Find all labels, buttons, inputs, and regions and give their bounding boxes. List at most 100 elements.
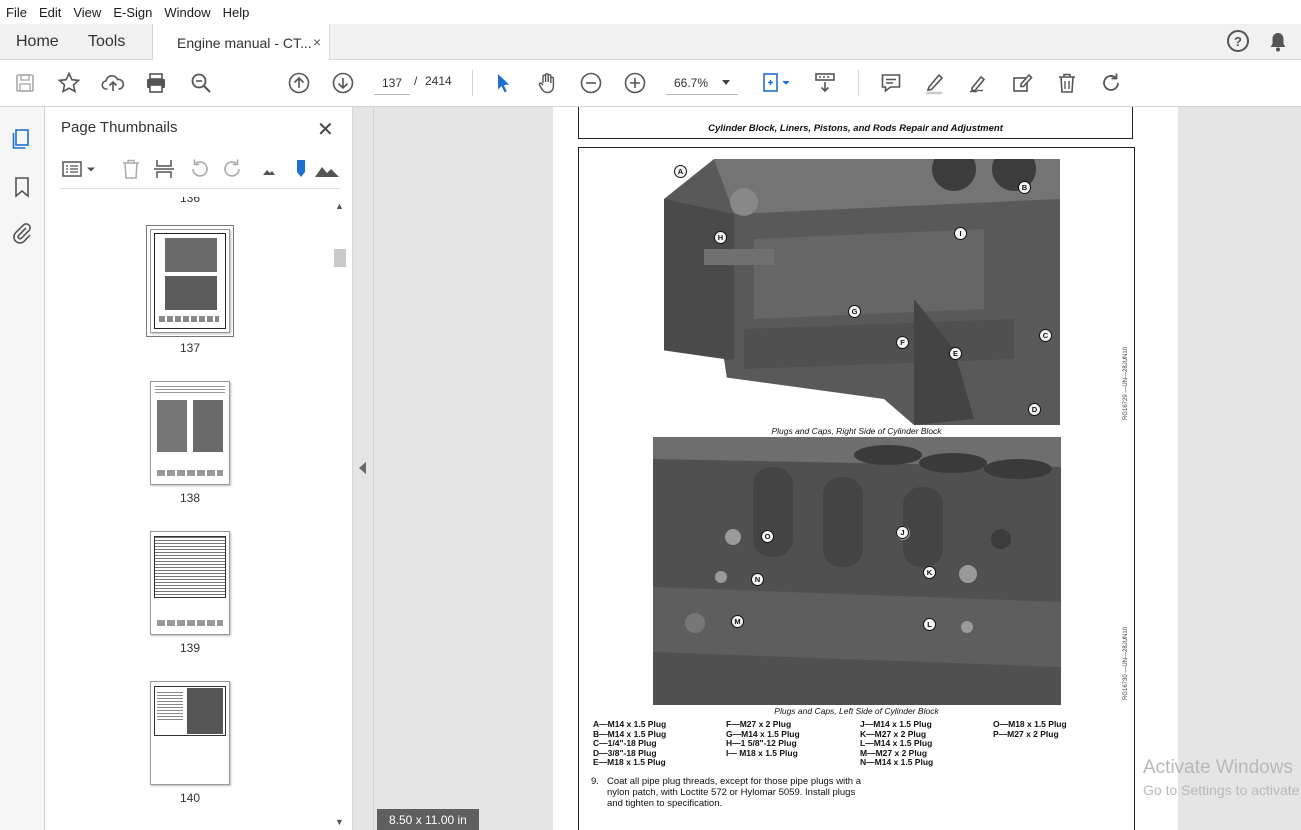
zoom-level-select[interactable]: 66.7% — [666, 71, 738, 95]
chevron-down-icon — [722, 80, 730, 85]
rotate-right-icon[interactable] — [221, 157, 245, 181]
pdf-page: Cylinder Block, Liners, Pistons, and Rod… — [553, 107, 1178, 830]
legend-item: N—M14 x 1.5 Plug — [860, 757, 934, 768]
previous-page-icon[interactable] — [286, 70, 312, 96]
main-toolbar: 137 / 2414 66.7% — [0, 60, 1301, 107]
panel-divider — [373, 107, 374, 830]
extract-pages-icon[interactable] — [152, 157, 176, 181]
bookmarks-icon[interactable] — [10, 175, 34, 199]
menu-file[interactable]: File — [6, 5, 27, 20]
thumbnail-page-137[interactable] — [146, 225, 234, 337]
activation-watermark-title: Activate Windows — [1143, 757, 1293, 778]
thumbnail-page-138[interactable] — [150, 381, 230, 485]
legend-column-4: O—M18 x 1.5 Plug P—M27 x 2 Plug — [993, 719, 1067, 739]
callout-h: H — [714, 231, 727, 244]
figure2-caption: Plugs and Caps, Left Side of Cylinder Bl… — [774, 706, 939, 716]
thumbnail-size-slider-icon[interactable] — [289, 157, 313, 181]
step-text: Coat all pipe plug threads, except for t… — [607, 776, 862, 809]
legend-item: P—M27 x 2 Plug — [993, 728, 1059, 739]
scrollbar-thumb[interactable] — [334, 249, 346, 267]
thumbnail-label: 137 — [179, 341, 201, 355]
next-page-icon[interactable] — [330, 70, 356, 96]
help-icon[interactable]: ? — [1227, 30, 1249, 52]
callout-d: D — [1028, 403, 1041, 416]
tabs-bar: Home Tools Engine manual - CT... × ? — [0, 24, 1301, 61]
delete-trash-icon[interactable] — [1054, 70, 1080, 96]
thumbnail-scrollbar[interactable]: ▲ ▼ — [332, 199, 346, 829]
legend-column-2: F—M27 x 2 Plug G—M14 x 1.5 Plug H—1 5/8"… — [726, 719, 800, 758]
page-total: 2414 — [425, 74, 452, 88]
save-icon[interactable] — [12, 70, 38, 96]
large-thumbnail-icon[interactable] — [313, 157, 341, 181]
fit-page-icon[interactable] — [758, 70, 792, 96]
thumbnail-partial-label: 136 — [179, 197, 201, 205]
tab-document-title: Engine manual - CT... — [177, 34, 312, 51]
zoom-level-value: 66.7% — [674, 75, 709, 90]
callout-o: O — [761, 530, 774, 543]
thumbnail-text-lines — [157, 470, 223, 476]
legend-item: E—M18 x 1.5 Plug — [593, 757, 666, 768]
tab-close-icon[interactable]: × — [313, 34, 321, 50]
small-thumbnail-icon[interactable] — [257, 157, 281, 181]
comment-icon[interactable] — [878, 70, 904, 96]
thumbnail-text-lines — [157, 620, 223, 626]
scroll-up-icon[interactable]: ▲ — [335, 201, 344, 211]
callout-e: E — [949, 347, 962, 360]
callout-j: J — [896, 526, 909, 539]
thumbnail-label: 140 — [179, 791, 201, 805]
figure-right-side-image: A B H I G F C E D — [654, 159, 1060, 425]
callout-a: A — [674, 165, 687, 178]
left-navigation-rail — [0, 107, 45, 830]
legend-item: I— M18 x 1.5 Plug — [726, 747, 798, 758]
edit-stamp-icon[interactable] — [1010, 70, 1036, 96]
callout-m: M — [731, 615, 744, 628]
redo-rotate-icon[interactable] — [1098, 70, 1124, 96]
menu-esign[interactable]: E-Sign — [113, 5, 152, 20]
scroll-down-icon[interactable]: ▼ — [335, 817, 344, 827]
page-thumbnails-panel: Page Thumbnails ✕ 136 137 138 139 140 ▲ … — [45, 107, 353, 830]
bookmark-star-icon[interactable] — [56, 70, 82, 96]
highlight-pen-icon[interactable] — [922, 70, 948, 96]
hand-tool-icon[interactable] — [534, 70, 560, 96]
delete-page-icon[interactable] — [119, 157, 143, 181]
thumbnail-image — [187, 688, 223, 734]
select-cursor-icon[interactable] — [490, 70, 516, 96]
tab-home[interactable]: Home — [16, 24, 59, 60]
menu-view[interactable]: View — [73, 5, 101, 20]
thumbnail-page-140[interactable] — [150, 681, 230, 785]
notifications-bell-icon[interactable] — [1269, 32, 1287, 52]
figure1-code: RG16729 —UN—28JUN10 — [1123, 346, 1129, 420]
thumbnail-options-icon[interactable] — [61, 157, 97, 181]
figure-box: A B H I G F C E D Plugs and Caps, Right … — [578, 147, 1135, 830]
engine-block-left-illustration — [653, 437, 1061, 705]
collapse-panel-icon[interactable] — [359, 462, 366, 474]
callout-i: I — [954, 227, 967, 240]
scrolling-mode-icon[interactable] — [812, 70, 838, 96]
panel-title: Page Thumbnails — [61, 119, 178, 136]
zoom-in-icon[interactable] — [622, 70, 648, 96]
page-thumbnails-icon[interactable] — [10, 127, 34, 151]
upload-cloud-icon[interactable] — [100, 70, 126, 96]
callout-f: F — [896, 336, 909, 349]
thumbnail-toolbar — [59, 153, 341, 189]
zoom-search-icon[interactable] — [188, 70, 214, 96]
print-icon[interactable] — [143, 70, 169, 96]
tab-document[interactable]: Engine manual - CT... × — [152, 24, 330, 61]
document-viewport[interactable]: Cylinder Block, Liners, Pistons, and Rod… — [353, 107, 1301, 830]
figure1-caption: Plugs and Caps, Right Side of Cylinder B… — [771, 426, 942, 436]
menu-help[interactable]: Help — [223, 5, 250, 20]
legend-column-3: J—M14 x 1.5 Plug K—M27 x 2 Plug L—M14 x … — [860, 719, 934, 768]
thumbnail-page-139[interactable] — [150, 531, 230, 635]
attachments-paperclip-icon[interactable] — [10, 221, 34, 245]
close-icon[interactable]: ✕ — [317, 117, 334, 142]
zoom-out-icon[interactable] — [578, 70, 604, 96]
figure2-code: RG16730 —UN—28JUN10 — [1123, 626, 1129, 700]
menu-window[interactable]: Window — [164, 5, 210, 20]
menu-edit[interactable]: Edit — [39, 5, 61, 20]
rotate-left-icon[interactable] — [187, 157, 211, 181]
tab-tools[interactable]: Tools — [88, 24, 125, 60]
page-number-input[interactable]: 137 — [374, 71, 410, 95]
toolbar-divider — [858, 70, 859, 96]
draw-sign-icon[interactable] — [966, 70, 992, 96]
thumbnail-label: 138 — [179, 491, 201, 505]
